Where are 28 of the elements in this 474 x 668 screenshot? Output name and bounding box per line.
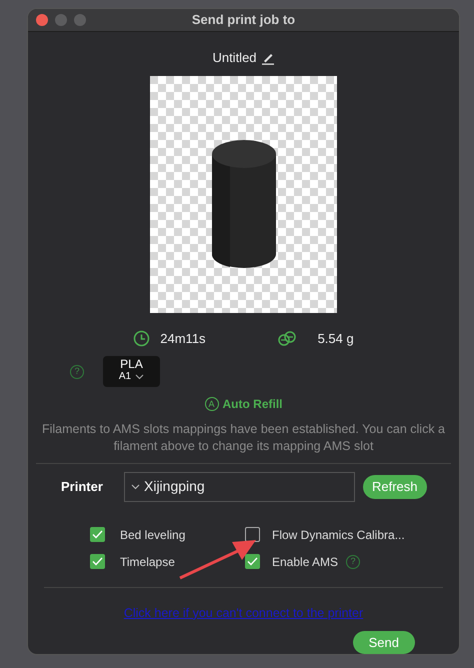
filament-weight: 5.54 g	[318, 330, 354, 348]
clock-icon	[133, 330, 150, 347]
option-label: Bed leveling	[120, 526, 186, 544]
help-icon[interactable]: ?	[70, 364, 84, 378]
option-label: Enable AMS	[272, 554, 338, 571]
checkbox[interactable]	[245, 554, 260, 570]
option-label: Flow Dynamics Calibra...	[272, 526, 405, 544]
checkbox[interactable]	[90, 554, 105, 570]
mapping-note: Filaments to AMS slots mappings have been established. You can click a filament above to change its mapping AMS slot	[40, 421, 446, 455]
filament-icon	[278, 330, 296, 346]
refill-icon: A	[204, 397, 218, 411]
refresh-button[interactable]: Refresh	[363, 475, 427, 498]
checkbox[interactable]	[90, 527, 105, 542]
print-time: 24m11s	[160, 330, 206, 348]
help-icon[interactable]: ?	[346, 554, 360, 569]
window-title: Send print job to	[192, 12, 296, 28]
close-button[interactable]	[36, 14, 48, 26]
filament-type: PLA	[119, 358, 144, 372]
filament-slot-selector[interactable]: PLA A1	[103, 356, 160, 387]
send-button[interactable]: Send	[352, 630, 415, 654]
option-label: Timelapse	[120, 554, 175, 571]
caret-icon	[135, 374, 144, 380]
printer-dropdown[interactable]: Xijingping	[124, 472, 355, 502]
auto-refill-label: Auto Refill	[222, 396, 282, 413]
job-name: Untitled	[212, 49, 257, 67]
printer-label: Printer	[61, 478, 104, 496]
slot-label: A1	[118, 371, 132, 382]
caret-icon	[131, 484, 140, 490]
